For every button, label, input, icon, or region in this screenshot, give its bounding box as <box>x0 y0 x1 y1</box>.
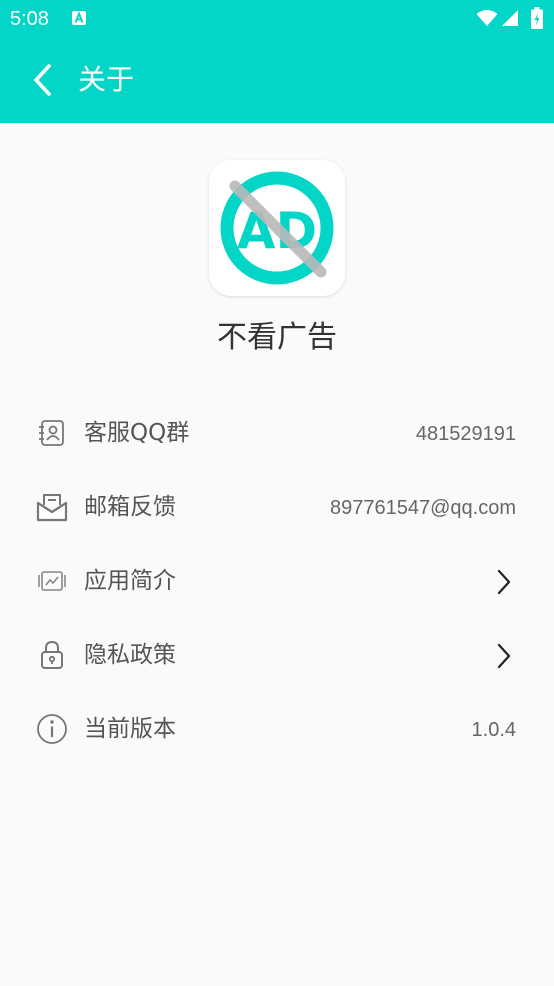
menu-list: 客服QQ群 481529191 邮箱反馈 897761547@qq.com 应用… <box>0 397 554 767</box>
chevron-right-icon <box>496 569 512 595</box>
info-icon <box>36 713 68 745</box>
battery-icon <box>531 7 543 29</box>
no-ad-logo: AD <box>209 160 345 296</box>
app-header: 5:08 关于 <box>0 0 554 123</box>
a-icon <box>71 10 87 26</box>
app-intro-icon <box>36 565 68 597</box>
back-button[interactable] <box>24 55 64 103</box>
app-name: 不看广告 <box>217 320 337 355</box>
menu-item-label: 邮箱反馈 <box>84 494 176 520</box>
menu-item-current-version[interactable]: 当前版本 1.0.4 <box>0 693 554 767</box>
chevron-right-icon <box>496 643 512 669</box>
menu-item-app-intro[interactable]: 应用简介 <box>0 545 554 619</box>
status-bar: 5:08 <box>0 0 554 38</box>
feedback-email: 897761547@qq.com <box>330 497 516 519</box>
menu-item-label: 隐私政策 <box>84 642 176 668</box>
menu-item-label: 客服QQ群 <box>84 420 190 446</box>
back-arrow-icon <box>34 64 51 96</box>
page-title: 关于 <box>78 63 135 96</box>
version-number: 1.0.4 <box>471 719 516 741</box>
status-time: 5:08 <box>10 8 49 30</box>
menu-item-qq-group[interactable]: 客服QQ群 481529191 <box>0 397 554 471</box>
wifi-icon <box>476 9 498 27</box>
menu-item-label: 当前版本 <box>84 716 176 742</box>
qq-group-number: 481529191 <box>415 423 516 445</box>
lock-icon <box>36 639 68 671</box>
menu-item-email-feedback[interactable]: 邮箱反馈 897761547@qq.com <box>0 471 554 545</box>
menu-item-privacy-policy[interactable]: 隐私政策 <box>0 619 554 693</box>
menu-item-label: 应用简介 <box>84 568 176 594</box>
mail-icon <box>36 491 68 523</box>
contact-book-icon <box>36 417 68 449</box>
signal-icon <box>501 9 519 27</box>
toolbar: 关于 <box>0 38 554 123</box>
